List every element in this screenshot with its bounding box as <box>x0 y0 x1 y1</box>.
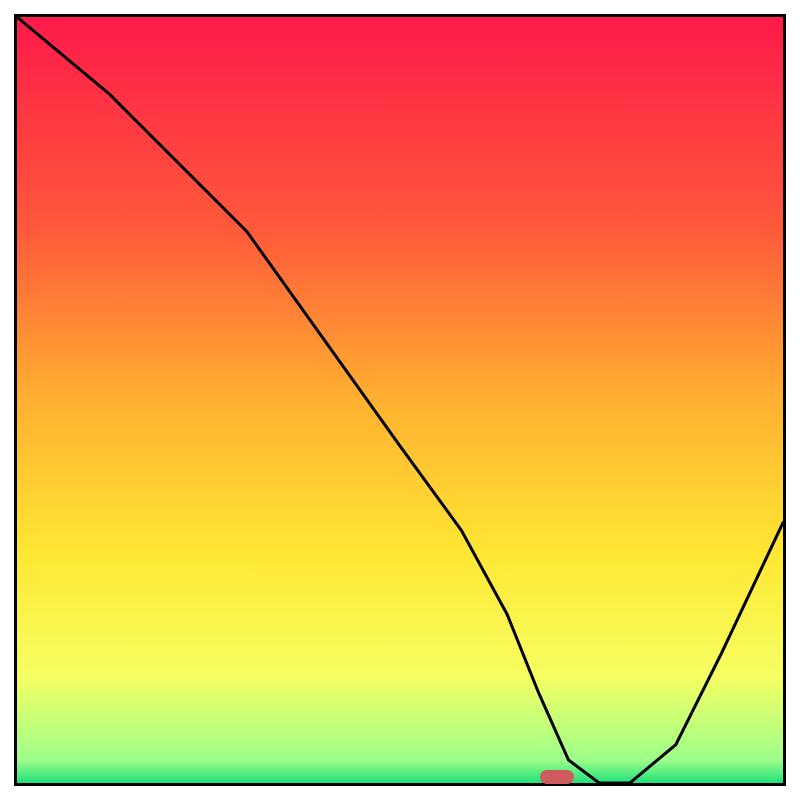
optimal-marker <box>540 770 574 784</box>
chart-background <box>17 17 783 783</box>
chart-frame: TheBottleneck.com <box>14 14 786 786</box>
chart-svg <box>17 17 783 783</box>
